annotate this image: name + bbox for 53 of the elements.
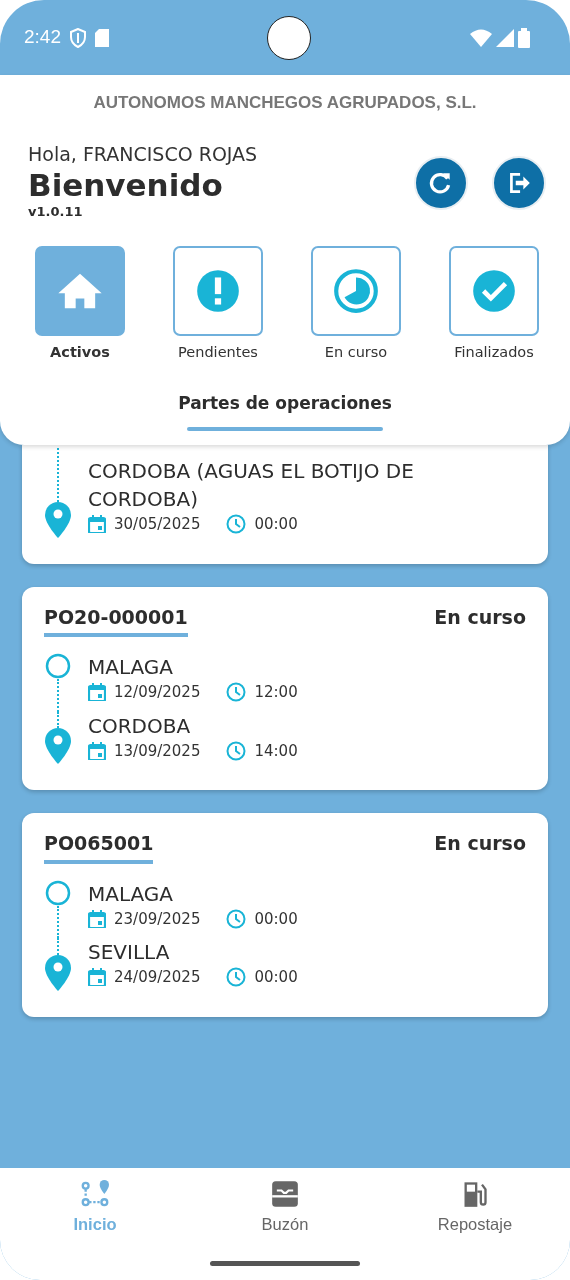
company-name: AUTONOMOS MANCHEGOS AGRUPADOS, S.L.: [92, 92, 478, 114]
location-pin-icon: [45, 954, 71, 991]
calendar-icon: [88, 515, 106, 534]
nav-tab[interactable]: Buzón: [210, 1180, 360, 1244]
battery-icon: [518, 27, 530, 48]
stop-date: 13/09/2025: [114, 740, 201, 762]
calendar-icon: [88, 909, 106, 928]
stop-name: CORDOBA: [88, 712, 192, 740]
order-card[interactable]: CORDOBA (AGUAS EL BOTIJO DE CORDOBA) 30/05/2025 00:00: [22, 445, 548, 564]
shield-icon: [69, 27, 87, 48]
section-title: Partes de operaciones: [177, 392, 393, 416]
clock-icon: [226, 682, 247, 703]
calendar-icon: [88, 968, 106, 987]
calendar-icon: [88, 683, 106, 702]
circle-marker-icon: [45, 653, 71, 679]
order-code: PO20-000001: [44, 602, 188, 637]
location-pin-icon: [45, 728, 71, 764]
location-pin-icon: [45, 501, 71, 538]
welcome-title: Bienvenido: [28, 168, 224, 203]
logout-button[interactable]: [492, 155, 546, 210]
order-card[interactable]: PO20-000001 En curso MALAGA 12/09/2025 12:00 CORDOBA 13/09/2025 14:00: [22, 586, 548, 790]
clock-icon: [226, 967, 247, 988]
greeting-text: Hola, FRANCISCO ROJAS: [28, 141, 258, 167]
stop-date: 23/09/2025: [114, 908, 201, 930]
order-status: En curso: [434, 831, 526, 856]
stop-name: MALAGA: [88, 880, 175, 908]
signal-icon: [496, 28, 514, 47]
stop-time: 00:00: [254, 967, 298, 988]
stop-date: 24/09/2025: [114, 967, 201, 988]
stop-time: 12:00: [254, 682, 298, 703]
calendar-icon: [88, 741, 106, 760]
order-card[interactable]: PO065001 En curso MALAGA 23/09/2025 00:00 SEVILLA 24/09/2025 00:00: [22, 813, 548, 1017]
stop-name: CORDOBA (AGUAS EL BOTIJO DE CORDOBA): [88, 458, 415, 513]
order-status: En curso: [434, 604, 526, 630]
stop-time: 00:00: [254, 514, 298, 535]
clock-icon: [226, 908, 247, 929]
stop-time: 14:00: [254, 740, 298, 762]
inbox-icon: [271, 1180, 299, 1208]
stop-time: 00:00: [254, 908, 298, 930]
stop-name: SEVILLA: [88, 939, 171, 966]
clock-icon: [226, 740, 247, 761]
clock-icon: [226, 514, 247, 535]
nav-tab[interactable]: Repostaje: [400, 1180, 550, 1244]
sd-card-icon: [95, 28, 109, 47]
wifi-icon: [470, 28, 492, 47]
order-code: PO065001: [44, 829, 154, 864]
route-icon: [81, 1180, 109, 1208]
stop-date: 30/05/2025: [114, 514, 201, 535]
stop-name: MALAGA: [88, 654, 175, 681]
version-label: v1.0.11: [28, 203, 84, 222]
status-time: 2:42: [24, 25, 61, 50]
circle-marker-icon: [45, 879, 71, 906]
stop-date: 12/09/2025: [114, 682, 201, 703]
